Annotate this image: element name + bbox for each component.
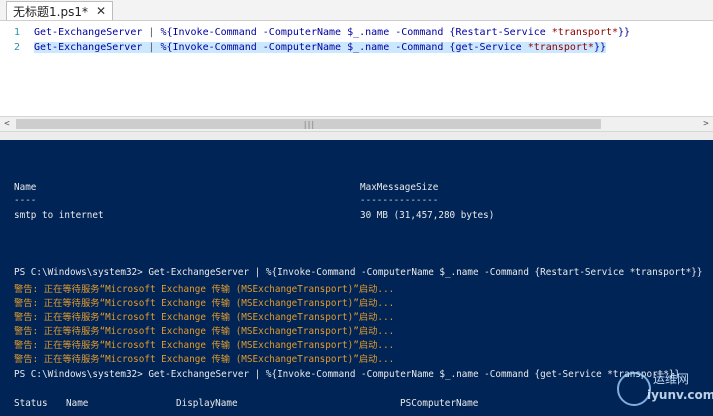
close-icon[interactable]: ✕ <box>96 4 106 18</box>
output-header-name: Name <box>14 182 37 193</box>
output-underline-name: ---- <box>14 195 37 206</box>
pane-splitter[interactable] <box>0 132 713 140</box>
warning-line: 警告: 正在等待服务“Microsoft Exchange 传输 (MSExch… <box>14 312 395 323</box>
watermark-circle-icon <box>617 372 651 406</box>
scrollbar-thumb[interactable]: ||| <box>16 119 601 129</box>
console-pane[interactable]: Name MaxMessageSize ---- -------------- … <box>0 140 713 416</box>
horizontal-scrollbar[interactable]: < ||| > <box>0 116 713 132</box>
scroll-left-icon[interactable]: < <box>0 117 14 131</box>
output-row-size: 30 MB (31,457,280 bytes) <box>360 210 495 221</box>
output-header-size: MaxMessageSize <box>360 182 439 193</box>
grip-icon: ||| <box>302 120 315 129</box>
tab-untitled-script[interactable]: 无标题1.ps1* ✕ <box>6 1 114 20</box>
editor-line[interactable]: 2 Get-ExchangeServer | %{Invoke-Command … <box>0 39 606 55</box>
warning-line: 警告: 正在等待服务“Microsoft Exchange 传输 (MSExch… <box>14 340 395 351</box>
output-underline-size: -------------- <box>360 195 439 206</box>
scroll-right-icon[interactable]: > <box>699 117 713 131</box>
watermark-logo: 运维网 iyunv.com <box>617 370 713 410</box>
editor-line[interactable]: 1 Get-ExchangeServer | %{Invoke-Command … <box>0 24 630 40</box>
code-text[interactable]: Get-ExchangeServer | %{Invoke-Command -C… <box>34 27 630 38</box>
col-name: Name <box>66 398 89 409</box>
line-number: 1 <box>13 26 20 38</box>
tab-title: 无标题1.ps1* <box>13 4 88 19</box>
console-prompt-line: PS C:\Windows\system32> Get-ExchangeServ… <box>14 267 703 278</box>
warning-line: 警告: 正在等待服务“Microsoft Exchange 传输 (MSExch… <box>14 354 395 365</box>
warning-line: 警告: 正在等待服务“Microsoft Exchange 传输 (MSExch… <box>14 298 395 309</box>
output-row-name: smtp to internet <box>14 210 104 221</box>
watermark-text-bottom: iyunv.com <box>647 388 713 402</box>
line-number: 2 <box>13 41 20 53</box>
watermark-text-top: 运维网 <box>653 372 690 386</box>
code-text-selected[interactable]: Get-ExchangeServer | %{Invoke-Command -C… <box>34 41 606 53</box>
tab-strip: 无标题1.ps1* ✕ <box>0 0 713 21</box>
warning-line: 警告: 正在等待服务“Microsoft Exchange 传输 (MSExch… <box>14 326 395 337</box>
col-displayname: DisplayName <box>176 398 238 409</box>
col-status: Status <box>14 398 48 409</box>
warning-line: 警告: 正在等待服务“Microsoft Exchange 传输 (MSExch… <box>14 284 395 295</box>
col-pscomputername: PSComputerName <box>400 398 479 409</box>
console-prompt-line: PS C:\Windows\system32> Get-ExchangeServ… <box>14 369 681 380</box>
script-editor[interactable]: 1 Get-ExchangeServer | %{Invoke-Command … <box>0 21 713 116</box>
